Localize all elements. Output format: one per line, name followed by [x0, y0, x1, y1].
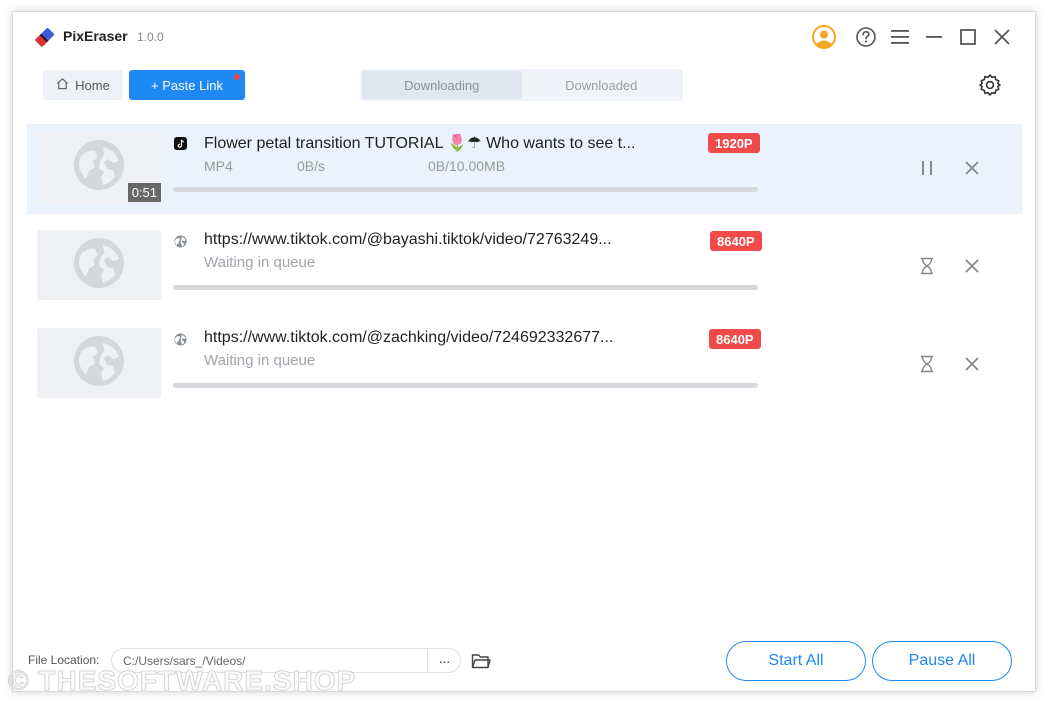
remove-icon[interactable] — [960, 352, 984, 376]
title-bar: PixEraser 1.0.0 — [13, 12, 1035, 62]
app-logo-icon — [33, 27, 55, 49]
app-version: 1.0.0 — [137, 30, 164, 44]
remove-icon[interactable] — [960, 254, 984, 278]
download-row[interactable]: https://www.tiktok.com/@bayashi.tiktok/v… — [27, 222, 1022, 312]
progress-bar — [173, 187, 758, 192]
remove-icon[interactable] — [960, 156, 984, 180]
download-row[interactable]: 0:51 Flower petal transition TUTORIAL 🌷☂… — [27, 124, 1022, 214]
paste-link-button[interactable]: + Paste Link — [129, 70, 245, 100]
download-size: 0B/10.00MB — [428, 158, 506, 174]
video-duration: 0:51 — [127, 183, 161, 202]
tab-downloading[interactable]: Downloading — [362, 71, 522, 99]
globe-placeholder-icon — [73, 237, 125, 294]
paste-link-label: + Paste Link — [151, 77, 223, 93]
progress-bar — [173, 383, 758, 388]
globe-icon — [173, 234, 187, 248]
quality-badge: 1920P — [708, 133, 760, 153]
tiktok-icon — [173, 136, 187, 150]
hourglass-icon[interactable] — [915, 352, 939, 376]
file-format: MP4 — [204, 158, 233, 174]
app-window: PixEraser 1.0.0 Home + Paste Link Downlo… — [12, 11, 1036, 692]
home-label: Home — [75, 77, 110, 93]
user-account-icon[interactable] — [811, 24, 837, 50]
download-status: Waiting in queue — [204, 352, 316, 369]
download-title: Flower petal transition TUTORIAL 🌷☂ Who … — [204, 135, 636, 152]
download-status: Waiting in queue — [204, 254, 316, 271]
watermark: © THESOFTWARE.SHOP — [7, 665, 357, 697]
app-name: PixEraser — [63, 28, 128, 44]
hourglass-icon[interactable] — [915, 254, 939, 278]
tab-downloaded[interactable]: Downloaded — [522, 71, 682, 99]
browse-more-button[interactable]: ··· — [427, 648, 461, 673]
close-window-icon[interactable] — [989, 24, 1015, 50]
video-thumbnail — [37, 328, 161, 398]
maximize-icon[interactable] — [955, 24, 981, 50]
download-tabs: Downloading Downloaded — [360, 69, 683, 101]
menu-icon[interactable] — [887, 24, 913, 50]
settings-gear-icon[interactable] — [976, 71, 1004, 99]
progress-bar — [173, 285, 758, 290]
globe-placeholder-icon — [73, 335, 125, 392]
minimize-icon[interactable] — [921, 24, 947, 50]
download-title: https://www.tiktok.com/@bayashi.tiktok/v… — [204, 231, 612, 248]
download-row[interactable]: https://www.tiktok.com/@zachking/video/7… — [27, 320, 1022, 410]
help-icon[interactable] — [853, 24, 879, 50]
start-all-button[interactable]: Start All — [726, 641, 866, 681]
pause-all-button[interactable]: Pause All — [872, 641, 1012, 681]
download-title: https://www.tiktok.com/@zachking/video/7… — [204, 329, 614, 346]
notification-dot — [234, 74, 240, 80]
video-thumbnail: 0:51 — [37, 132, 161, 202]
globe-icon — [173, 332, 187, 346]
globe-placeholder-icon — [73, 139, 125, 196]
video-thumbnail — [37, 230, 161, 300]
download-speed: 0B/s — [297, 158, 326, 174]
quality-badge: 8640P — [710, 231, 762, 251]
quality-badge: 8640P — [709, 329, 761, 349]
home-icon — [56, 77, 69, 93]
pause-icon[interactable] — [915, 156, 939, 180]
open-folder-icon[interactable] — [470, 650, 492, 672]
home-button[interactable]: Home — [43, 70, 123, 100]
